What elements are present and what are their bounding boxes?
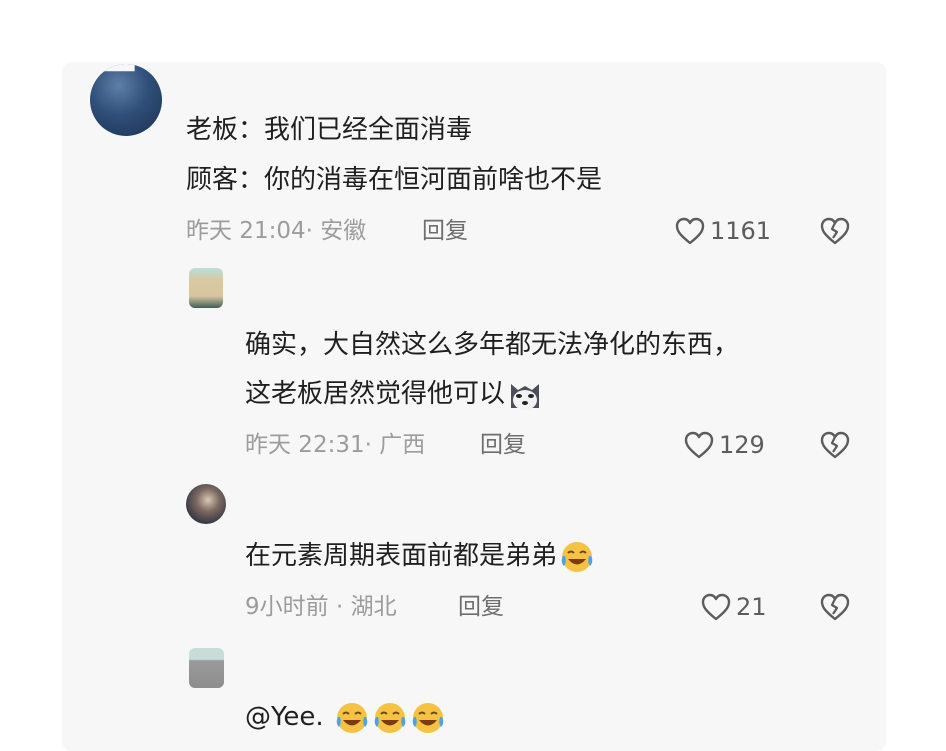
avatar[interactable] xyxy=(90,64,162,136)
reply-button[interactable]: 回复 xyxy=(422,216,468,246)
broken-heart-icon[interactable] xyxy=(819,592,851,622)
avatar[interactable] xyxy=(189,268,223,308)
heart-outline-icon xyxy=(675,217,705,245)
crying-laughing-emoji xyxy=(374,702,406,733)
husky-doge-emoji xyxy=(511,383,540,410)
reply-button[interactable]: 回复 xyxy=(458,592,504,622)
comment-text-line: 这老板居然觉得他可以 xyxy=(245,377,543,412)
crying-laughing-emoji xyxy=(561,541,593,572)
like-count: 129 xyxy=(719,431,765,459)
broken-heart-icon[interactable] xyxy=(819,430,851,460)
comment-text: 这老板居然觉得他可以 xyxy=(245,379,506,409)
like-button[interactable]: 129 xyxy=(683,430,765,460)
comment-text: 确实，大自然这么多年都无法净化的东西， xyxy=(245,330,740,360)
comment-meta: 昨天 22:31· 广西 xyxy=(245,432,426,458)
comment-text: 老板：我们已经全面消毒 xyxy=(186,115,473,145)
comment-text: 在元素周期表面前都是弟弟 xyxy=(245,541,558,571)
like-count: 1161 xyxy=(710,217,772,245)
comment-text-line: 在元素周期表面前都是弟弟 xyxy=(245,539,595,574)
broken-heart-icon[interactable] xyxy=(819,216,851,246)
avatar[interactable] xyxy=(189,648,224,688)
heart-outline-icon xyxy=(684,431,714,459)
comment-text-line: @Yee. xyxy=(245,700,446,735)
like-button[interactable]: 1161 xyxy=(674,216,771,246)
comment-text: 顾客：你的消毒在恒河面前啥也不是 xyxy=(186,165,603,195)
comment-meta: 9小时前 · 湖北 xyxy=(245,594,397,620)
heart-outline-icon xyxy=(701,593,731,621)
crying-laughing-emoji xyxy=(412,702,444,733)
reply-button[interactable]: 回复 xyxy=(480,430,526,460)
comment-text: @Yee. xyxy=(245,702,324,732)
like-count: 21 xyxy=(736,593,767,621)
avatar[interactable] xyxy=(186,484,226,524)
crying-laughing-emoji xyxy=(336,702,368,733)
comment-meta: 昨天 21:04· 安徽 xyxy=(186,218,367,244)
like-button[interactable]: 21 xyxy=(700,592,767,622)
